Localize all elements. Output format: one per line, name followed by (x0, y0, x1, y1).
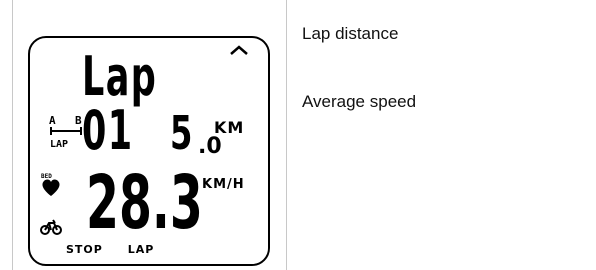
ab-lap-icon: A B LAP (48, 114, 92, 158)
heart-icon: BED (40, 172, 62, 202)
left-border-line (12, 0, 13, 270)
average-speed-caption: Average speed (302, 92, 417, 111)
lap-distance-unit: KM (214, 118, 245, 137)
lap-distance-value: 5 (170, 106, 193, 160)
ab-lap-label: LAP (50, 139, 68, 150)
bike-icon (40, 218, 62, 240)
ab-label-a: A (49, 114, 56, 127)
softkey-lap: LAP (127, 243, 155, 256)
ab-label-b: B (75, 114, 82, 127)
speed-unit: KM/H (202, 177, 245, 192)
softkey-labels: STOP LAP (66, 244, 174, 256)
lap-title: Lap 01 (82, 45, 158, 162)
cycle-computer-display: Lap 01 A B LAP 5 .0 KM KM/H 28.3 BED STO… (28, 36, 270, 266)
average-speed-value: 28.3 (86, 160, 203, 246)
up-arrow-icon (230, 45, 248, 55)
lap-distance-decimal: .0 (198, 134, 222, 159)
column-divider (286, 0, 287, 270)
hr-indicator-label: BED (41, 173, 52, 180)
manual-figure: Lap 01 A B LAP 5 .0 KM KM/H 28.3 BED STO… (0, 0, 596, 270)
softkey-stop: STOP (66, 243, 103, 256)
lap-distance-caption: Lap distance (302, 24, 399, 43)
